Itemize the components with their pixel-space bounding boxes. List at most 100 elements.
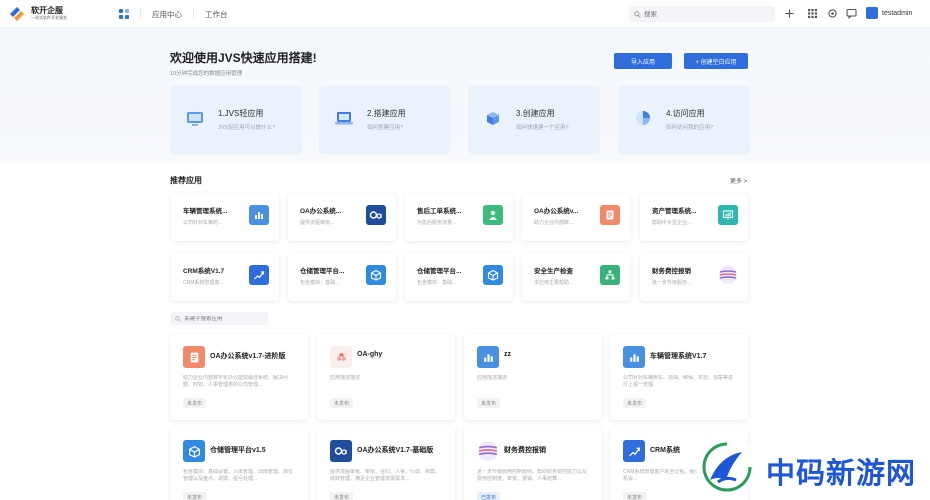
recommended-app-card[interactable]: CRM系统V1.7 CRM系统管理客... bbox=[171, 253, 279, 301]
status-badge: 未发布 bbox=[183, 492, 207, 500]
app-desc: 公司针对车辆用车、加油、维保、年检、违章等进行上报一览理 bbox=[623, 375, 734, 388]
app-desc: 公司针对车辆的... bbox=[183, 220, 223, 226]
app-name: OA-ghy bbox=[357, 351, 383, 358]
step-desc: JVS轻应用可以做什么? bbox=[218, 125, 276, 131]
app-desc: 应用描述描述 bbox=[330, 375, 361, 381]
app-card[interactable]: 车辆管理系统V1.7 公司针对车辆用车、加油、维保、年检、违章等进行上报一览理 … bbox=[610, 334, 748, 420]
watermark-logo-icon bbox=[696, 436, 758, 498]
brand-logo[interactable]: 软开企服 一站式软件开发服务 bbox=[8, 5, 108, 23]
user-menu[interactable]: testadmin bbox=[866, 7, 912, 19]
global-search[interactable] bbox=[629, 6, 775, 22]
step-title: 3.创建应用 bbox=[516, 109, 555, 118]
oa-icon bbox=[366, 205, 386, 225]
box-icon bbox=[483, 265, 503, 285]
app-card[interactable]: zz 应用描述描述 未发布 bbox=[464, 334, 602, 420]
app-name: 财务费控报销 bbox=[504, 447, 546, 454]
status-badge: 未发布 bbox=[330, 398, 354, 408]
box-icon bbox=[366, 265, 386, 285]
app-desc: CRM系统管理客... bbox=[183, 280, 224, 286]
recommended-app-card[interactable]: 财务费控报销 进一步升级服务... bbox=[640, 253, 748, 301]
trend-icon bbox=[249, 265, 269, 285]
recommended-app-card[interactable]: 安全生产检查 本应用主要帮助... bbox=[522, 253, 630, 301]
create-blank-app-button[interactable]: + 创建空白应用 bbox=[684, 53, 748, 69]
top-bar: 软开企服 一站式软件开发服务 应用中心 工作台 testadmin bbox=[0, 0, 930, 28]
app-name: OA办公系统... bbox=[300, 208, 342, 215]
import-app-button[interactable]: 导入应用 bbox=[614, 53, 672, 69]
app-desc: 进一步升级服务... bbox=[652, 280, 692, 286]
recommended-app-card[interactable]: OA办公系统v... 助力企业内部数... bbox=[522, 193, 630, 241]
recommended-app-card[interactable]: 售后工单系统... 为售后服务流量... bbox=[405, 193, 513, 241]
recommended-app-card[interactable]: 资产管理系统... 帮助中大型企业... bbox=[640, 193, 748, 241]
step-desc: 如何搭建应用? bbox=[367, 125, 404, 131]
step-card-2[interactable]: 2.搭建应用 如何搭建应用? bbox=[319, 86, 451, 154]
app-name: 安全生产检查 bbox=[534, 268, 573, 275]
presentation-icon bbox=[718, 205, 738, 225]
cubes-icon bbox=[487, 112, 499, 125]
laptop-icon bbox=[335, 112, 353, 125]
recommended-app-card[interactable]: OA办公系统... 提供流程审批... bbox=[288, 193, 396, 241]
step-card-1[interactable]: 1.JVS轻应用 JVS轻应用可以做什么? bbox=[170, 86, 302, 154]
app-name: 车辆管理系统V1.7 bbox=[650, 353, 707, 360]
message-icon[interactable] bbox=[846, 8, 857, 19]
app-desc: 提供流程审批... bbox=[300, 220, 335, 226]
step-card-3[interactable]: 3.创建应用 如何快速建一个应用? bbox=[468, 86, 600, 154]
bar-chart-icon bbox=[623, 346, 645, 368]
step-title: 1.JVS轻应用 bbox=[218, 109, 264, 118]
app-card[interactable]: 财务费控报销 进一步升级费用控制规则，帮助财务费控能力以及费用控制度、审批、报销… bbox=[464, 428, 602, 500]
person-icon bbox=[483, 205, 503, 225]
app-filter-input[interactable] bbox=[184, 315, 264, 322]
apps-grid-icon[interactable] bbox=[119, 9, 129, 19]
welcome-banner: 欢迎使用JVS快速应用搭建! 10分钟完成您的数据应用管理 导入应用 + 创建空… bbox=[0, 28, 930, 163]
status-badge: 未发布 bbox=[623, 398, 647, 408]
app-desc: 包含模块：基础... bbox=[417, 280, 457, 286]
app-desc: 进一步升级费用控制规则，帮助财务费控能力以及费用控制度、审批、报销、人事结算..… bbox=[477, 469, 588, 482]
status-badge: 未发布 bbox=[623, 492, 647, 500]
app-name: CRM系统 bbox=[650, 447, 680, 454]
brand-tagline: 一站式软件开发服务 bbox=[31, 15, 67, 20]
app-card[interactable]: OA办公系统V1.7-基础版 提供流程审批、审批、合同、人事、行政、档案、绩效管… bbox=[317, 428, 455, 500]
status-badge: 未发布 bbox=[330, 492, 354, 500]
more-link[interactable]: 更多 > bbox=[730, 176, 747, 185]
app-name: zz bbox=[504, 351, 511, 358]
app-name: 仓储管理平台... bbox=[300, 268, 345, 275]
app-card[interactable]: OA办公系统v1.7-进阶版 助力企业内部数字化办公能效最佳系统，解决问题、时效… bbox=[170, 334, 308, 420]
trend-icon bbox=[623, 440, 645, 462]
recommended-app-card[interactable]: 仓储管理平台... 包含模块：基础... bbox=[405, 253, 513, 301]
globe-icon bbox=[718, 265, 738, 285]
app-desc: 应用描述描述 bbox=[477, 375, 508, 381]
brand-mark-icon bbox=[8, 5, 26, 23]
app-name: 资产管理系统... bbox=[652, 208, 697, 215]
search-input[interactable] bbox=[644, 10, 764, 18]
nav-app-center[interactable]: 应用中心 bbox=[152, 9, 182, 20]
app-desc: 助力企业内部数字化办公能效最佳系统，解决问题、时效、人事管理类的公司管理... bbox=[183, 375, 289, 388]
status-badge: 已发布 bbox=[477, 492, 501, 500]
step-desc: 如何快速建一个应用? bbox=[516, 125, 569, 131]
step-title: 4.访问应用 bbox=[666, 109, 705, 118]
app-name: OA办公系统v1.7-进阶版 bbox=[210, 353, 286, 360]
user-name: testadmin bbox=[882, 9, 913, 17]
app-desc: 为售后服务流量... bbox=[417, 220, 457, 226]
bar-chart-icon bbox=[477, 346, 499, 368]
status-badge: 未发布 bbox=[477, 398, 501, 408]
nav-workbench[interactable]: 工作台 bbox=[205, 9, 228, 20]
gear-icon[interactable] bbox=[827, 8, 838, 19]
page-title: 欢迎使用JVS快速应用搭建! bbox=[170, 51, 317, 65]
recommended-app-card[interactable]: 车辆管理系统... 公司针对车辆的... bbox=[171, 193, 279, 241]
status-badge: 未发布 bbox=[183, 398, 207, 408]
search-icon bbox=[175, 315, 181, 322]
plus-icon[interactable] bbox=[784, 8, 795, 19]
brand-name: 软开企服 bbox=[31, 6, 63, 15]
app-filter[interactable] bbox=[170, 312, 268, 325]
app-desc: 助力企业内部数... bbox=[534, 220, 574, 226]
step-card-4[interactable]: 4.访问应用 如何访问我的应用? bbox=[618, 86, 750, 154]
document-icon bbox=[600, 205, 620, 225]
app-desc: 包含模块：基础... bbox=[300, 280, 340, 286]
recommended-app-card[interactable]: 仓储管理平台... 包含模块：基础... bbox=[288, 253, 396, 301]
app-card[interactable]: 仓储管理平台v1.5 包含模块：基础设置、入库管理、出库管理、库位管理以及盘点、… bbox=[170, 428, 308, 500]
app-card[interactable]: OA-ghy 应用描述描述 未发布 bbox=[317, 334, 455, 420]
flower-icon bbox=[330, 346, 352, 368]
app-desc: 帮助中大型企业... bbox=[652, 220, 692, 226]
app-launcher-icon[interactable] bbox=[807, 8, 818, 19]
app-name: 仓储管理平台... bbox=[417, 268, 462, 275]
globe-icon bbox=[477, 440, 499, 462]
